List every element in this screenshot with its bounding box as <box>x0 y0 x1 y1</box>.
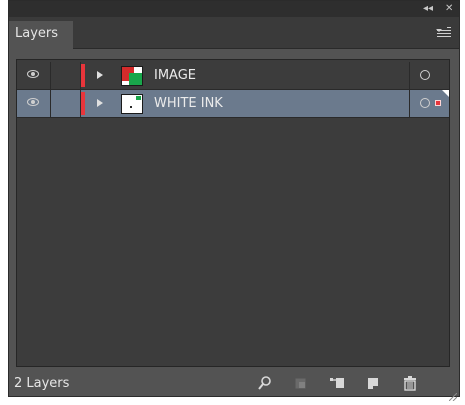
layer-count: 2 Layers <box>14 376 70 391</box>
layer-name[interactable]: IMAGE <box>154 67 196 84</box>
expand-arrow-icon[interactable] <box>97 71 103 79</box>
lock-toggle[interactable] <box>51 62 81 89</box>
layer-name[interactable]: WHITE INK <box>154 95 223 112</box>
locate-object-icon[interactable] <box>256 375 274 391</box>
create-sublayer-icon[interactable] <box>328 375 346 391</box>
panel-menu-icon[interactable] <box>436 27 451 39</box>
selection-square-icon[interactable] <box>435 100 441 106</box>
layers-list: IMAGE WHITE INK <box>16 59 450 367</box>
layer-color-bar <box>81 64 85 87</box>
layer-row-white-ink[interactable]: WHITE INK <box>17 90 449 118</box>
layers-panel: ◂◂ ✕ Layers IMAGE WHITE INK 2 Layers <box>8 0 460 402</box>
eye-icon <box>27 98 39 106</box>
layer-row-image[interactable]: IMAGE <box>17 62 449 90</box>
make-clipping-mask-icon[interactable] <box>292 375 310 391</box>
target-circle-icon[interactable] <box>420 98 430 108</box>
expand-arrow-icon[interactable] <box>97 99 103 107</box>
visibility-toggle[interactable] <box>17 62 51 89</box>
layer-target[interactable] <box>409 90 449 117</box>
delete-layer-icon[interactable] <box>401 375 419 391</box>
target-circle-icon[interactable] <box>420 70 430 80</box>
image-thumbnail <box>121 66 143 86</box>
panel-tab-strip: Layers <box>9 17 459 49</box>
eye-icon <box>27 70 39 78</box>
visibility-toggle[interactable] <box>17 90 51 117</box>
collapse-panel-icon[interactable]: ◂◂ <box>423 2 433 16</box>
lock-toggle[interactable] <box>51 90 81 117</box>
layer-target[interactable] <box>409 62 449 89</box>
close-panel-icon[interactable]: ✕ <box>445 2 453 16</box>
white-ink-thumbnail <box>121 94 143 114</box>
selection-corner-icon <box>442 90 449 97</box>
panel-footer: 2 Layers <box>9 371 459 402</box>
tab-layers[interactable]: Layers <box>9 21 73 49</box>
create-new-layer-icon[interactable] <box>364 375 382 391</box>
layer-color-bar <box>81 92 85 115</box>
panel-titlebar: ◂◂ ✕ <box>9 1 459 17</box>
resize-grip-icon[interactable] <box>448 386 458 402</box>
